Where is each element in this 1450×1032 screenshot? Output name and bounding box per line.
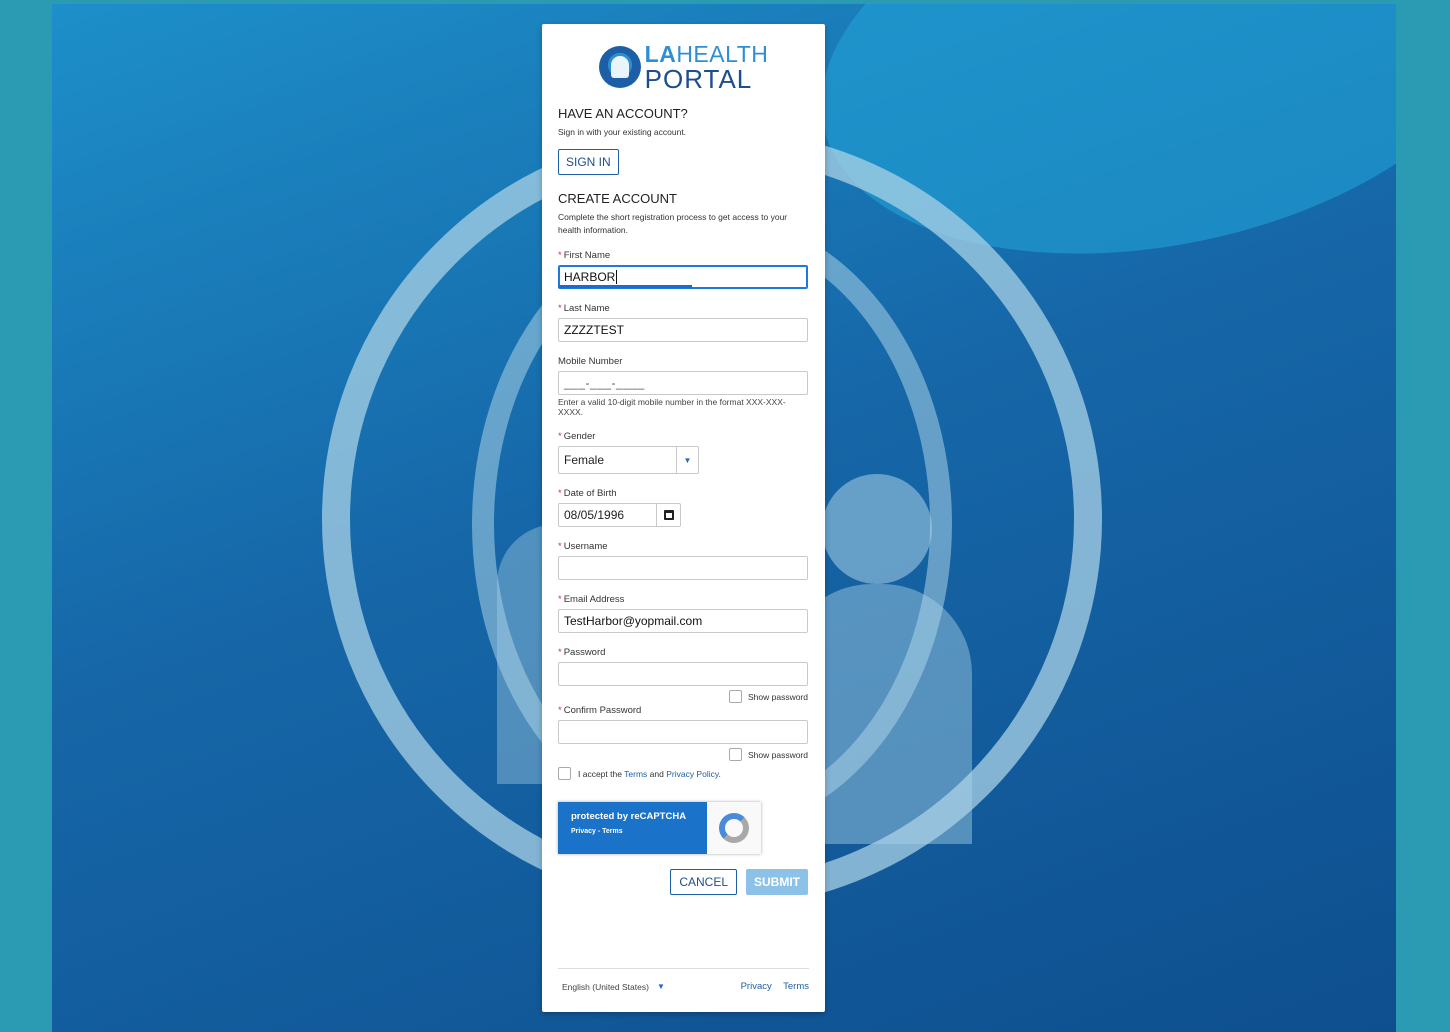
username-label: Username: [563, 541, 608, 553]
mobile-number-input[interactable]: ___-___-____: [558, 370, 808, 395]
text-cursor: [616, 269, 618, 284]
gender-field: * Gender Female ▼: [558, 431, 809, 475]
card-footer: English (United States) ▼ Privacy Terms: [558, 968, 809, 992]
brand-logo: LAHEALTH PORTAL: [558, 24, 809, 104]
show-confirm-password-toggle: Show password: [558, 748, 808, 762]
sign-in-button[interactable]: SIGN IN: [558, 149, 619, 176]
accept-terms-row: I accept the Terms and Privacy Policy.: [558, 767, 809, 781]
language-label: English (United States): [562, 981, 649, 992]
accept-suffix: .: [718, 768, 721, 779]
required-marker: *: [558, 249, 562, 261]
last-name-field: * Last Name ZZZZTEST: [558, 303, 809, 342]
date-of-birth-input[interactable]: 08/05/1996: [558, 503, 681, 528]
show-confirm-password-checkbox[interactable]: [728, 748, 742, 762]
gender-value: Female: [564, 453, 605, 468]
have-account-section: HAVE AN ACCOUNT? Sign in with your exist…: [558, 106, 809, 176]
recaptcha-terms-link[interactable]: Terms: [602, 828, 623, 835]
accept-prefix: I accept the: [578, 768, 625, 779]
email-field: * Email Address TestHarbor@yopmail.com: [558, 594, 809, 634]
first-name-label: First Name: [563, 249, 611, 261]
username-field: * Username: [558, 541, 809, 581]
recaptcha-badge: protected by reCAPTCHA Privacy - Terms: [558, 802, 761, 855]
password-input[interactable]: [558, 662, 808, 687]
background-figure-head: [822, 474, 932, 584]
mobile-number-mask: ___-___-____: [564, 375, 645, 390]
username-input[interactable]: [558, 556, 808, 581]
create-account-title: CREATE ACCOUNT: [558, 191, 677, 207]
last-name-label: Last Name: [563, 302, 610, 314]
logo-portal: PORTAL: [644, 63, 753, 94]
confirm-password-input[interactable]: [558, 720, 808, 745]
terms-link[interactable]: Terms: [624, 769, 647, 779]
privacy-policy-link[interactable]: Privacy Policy: [666, 769, 718, 779]
submit-button[interactable]: SUBMIT: [746, 869, 808, 896]
input-progress-bar: [559, 284, 692, 288]
logo-la: LA: [644, 40, 677, 67]
mobile-number-field: Mobile Number ___-___-____ Enter a valid…: [558, 356, 809, 417]
create-account-section: CREATE ACCOUNT Complete the short regist…: [558, 191, 809, 236]
footer-terms-link[interactable]: Terms: [783, 981, 809, 992]
footer-privacy-link[interactable]: Privacy: [741, 981, 772, 992]
mobile-number-label: Mobile Number: [558, 355, 623, 367]
email-input[interactable]: TestHarbor@yopmail.com: [558, 609, 808, 634]
language-selector[interactable]: English (United States) ▼: [558, 981, 665, 992]
last-name-input[interactable]: ZZZZTEST: [558, 317, 808, 342]
confirm-password-label: Confirm Password: [563, 705, 642, 717]
have-account-title: HAVE AN ACCOUNT?: [558, 106, 688, 121]
mobile-number-hint: Enter a valid 10-digit mobile number in …: [558, 396, 786, 418]
first-name-input[interactable]: HARBOR: [558, 264, 808, 289]
have-account-description: Sign in with your existing account.: [558, 127, 687, 137]
registration-card: LAHEALTH PORTAL HAVE AN ACCOUNT? Sign in…: [542, 24, 825, 1012]
caret-down-icon[interactable]: ▼: [676, 447, 698, 474]
email-label: Email Address: [563, 594, 625, 606]
show-password-label[interactable]: Show password: [748, 692, 808, 702]
password-label: Password: [563, 647, 606, 659]
show-password-toggle: Show password: [558, 690, 808, 704]
recaptcha-icon: [719, 813, 749, 844]
create-account-description: Complete the short registration process …: [558, 212, 788, 235]
date-of-birth-label: Date of Birth: [563, 488, 617, 500]
accept-terms-checkbox[interactable]: [558, 767, 571, 781]
date-of-birth-value: 08/05/1996: [564, 508, 625, 523]
accept-and: and: [647, 768, 667, 779]
first-name-field: * First Name HARBOR: [558, 250, 809, 289]
gender-label: Gender: [563, 431, 596, 443]
password-field: * Password Show password: [558, 647, 808, 704]
calendar-icon[interactable]: [656, 504, 680, 527]
caret-down-icon: ▼: [656, 982, 665, 991]
recaptcha-title: protected by reCAPTCHA: [571, 811, 687, 823]
confirm-password-field: * Confirm Password Show password: [558, 705, 808, 762]
date-of-birth-field: * Date of Birth 08/05/1996: [558, 488, 809, 528]
logo-health: HEALTH: [676, 40, 769, 67]
recaptcha-privacy-link[interactable]: Privacy: [571, 828, 596, 835]
gender-select[interactable]: Female ▼: [558, 446, 699, 475]
form-actions: CANCEL SUBMIT: [558, 869, 808, 896]
show-password-checkbox[interactable]: [728, 690, 742, 704]
logo-text: LAHEALTH PORTAL: [644, 40, 769, 94]
logo-icon: [598, 46, 641, 88]
cancel-button[interactable]: CANCEL: [670, 869, 737, 896]
show-confirm-password-label[interactable]: Show password: [748, 750, 808, 760]
